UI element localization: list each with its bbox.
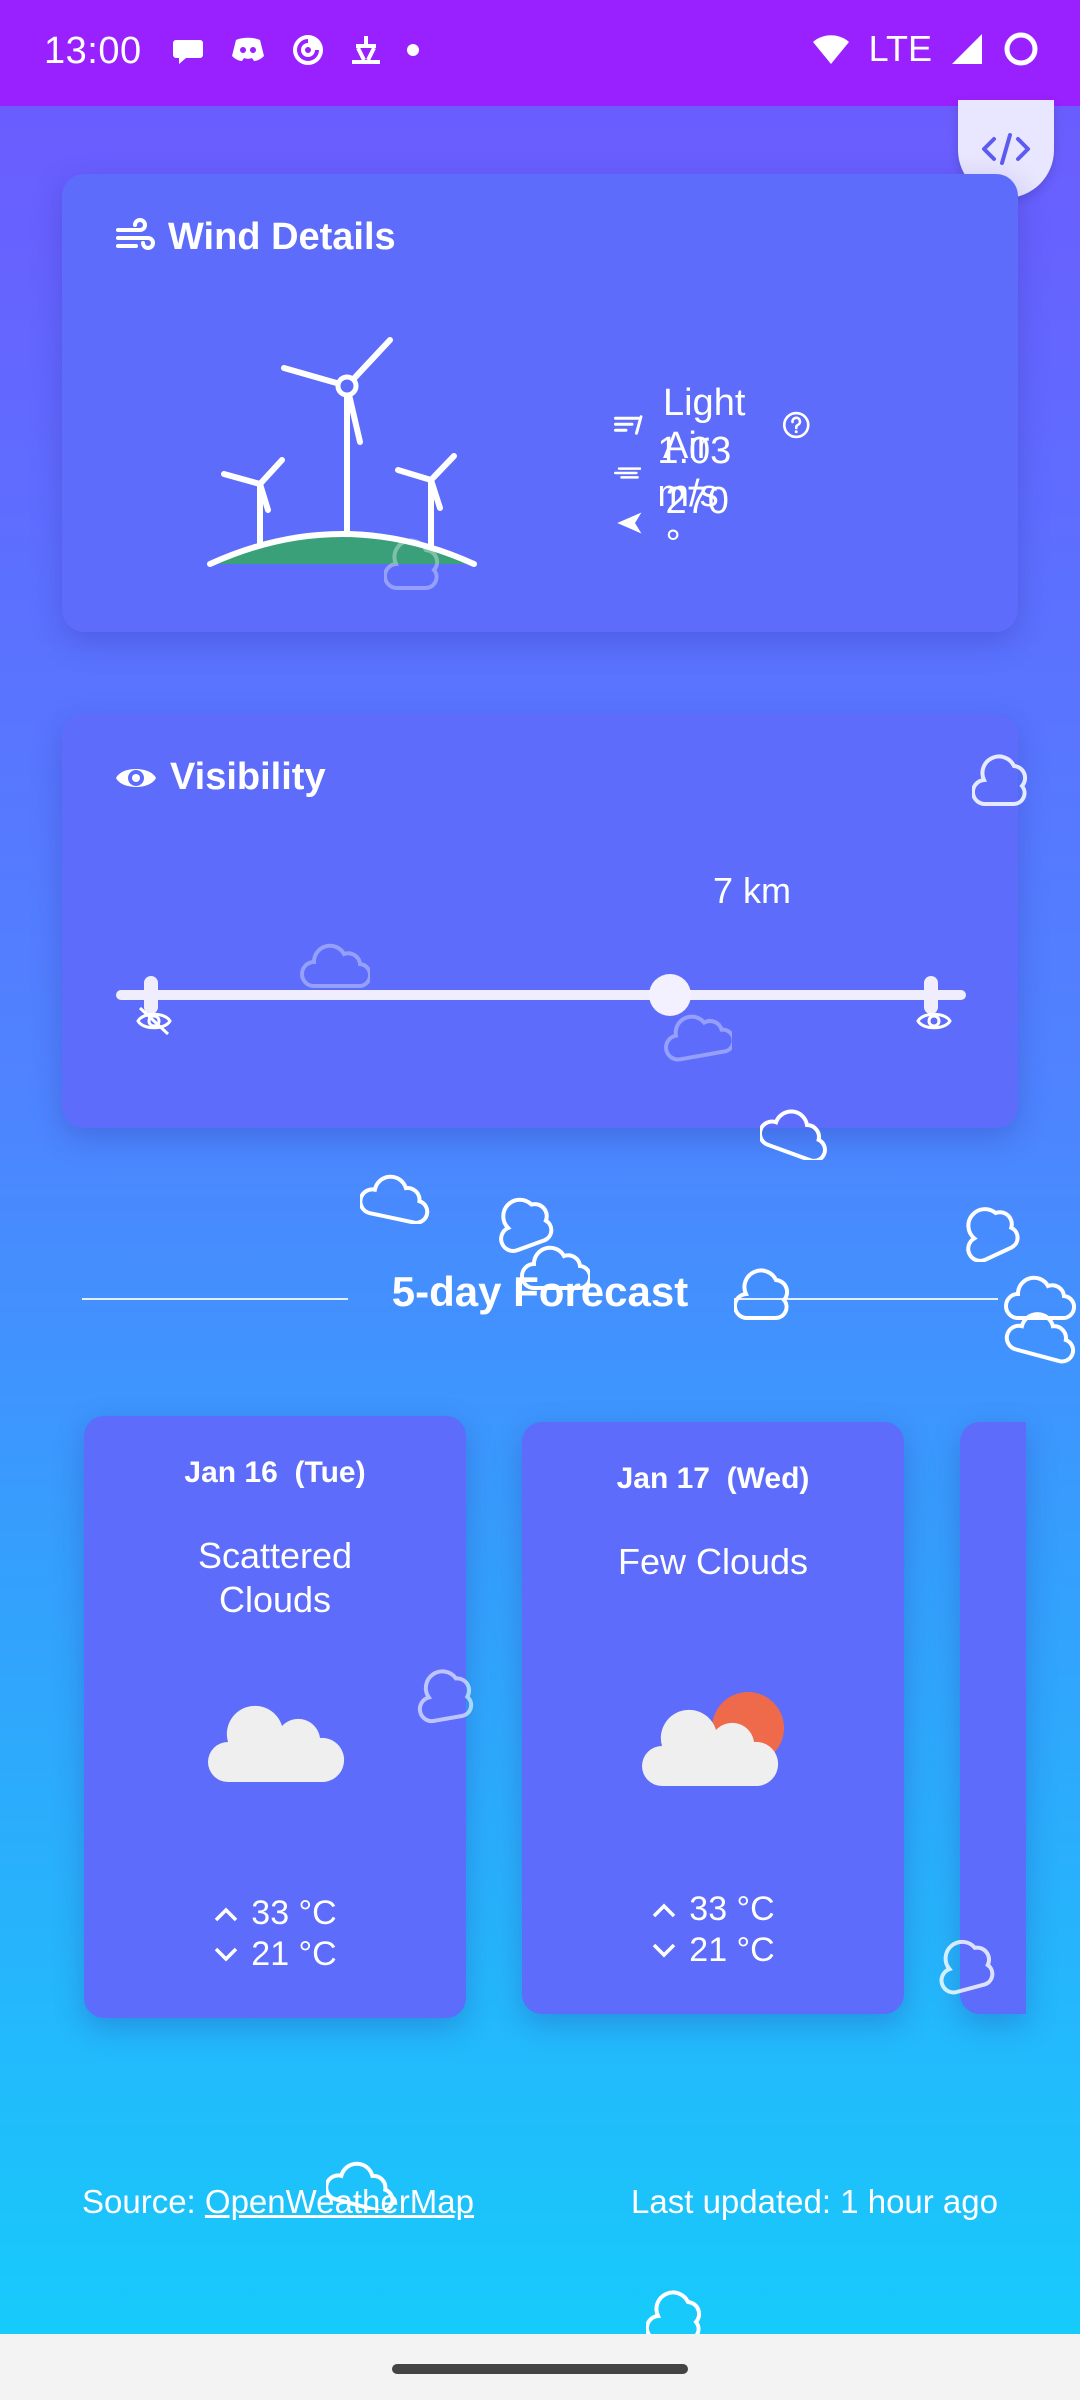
battery-icon: [1004, 32, 1038, 66]
status-bar: 13:00 LTE: [0, 0, 1080, 106]
chevron-down-icon: [215, 1947, 238, 1961]
slider-track: [116, 990, 966, 1000]
forecast-condition: Few Clouds: [617, 1541, 809, 1582]
sun-cloud-icon: [642, 1692, 784, 1786]
news-icon: [352, 36, 380, 64]
forecast-condition: Scattered Clouds: [197, 1535, 353, 1620]
chevron-up-icon: [215, 1907, 238, 1921]
last-updated: Last updated: 1 hour ago: [631, 2183, 998, 2220]
chevron-down-icon: [653, 1943, 676, 1957]
chevron-up-icon: [653, 1903, 676, 1917]
visibility-card-title: Visibility: [114, 756, 326, 799]
forecast-high: 33 °C: [651, 1890, 775, 1929]
system-icons: LTE: [811, 28, 1040, 70]
wind-card-title: Wind Details: [114, 216, 396, 259]
eye-icon: [116, 768, 156, 787]
navigation-bar: [0, 2334, 1080, 2400]
wind-turbines-illustration: [207, 337, 477, 567]
forecast-high: 33 °C: [213, 1894, 337, 1933]
visibility-slider[interactable]: [116, 966, 966, 1026]
eye-on-icon: [916, 1012, 952, 1030]
help-icon[interactable]: [782, 406, 810, 444]
floating-cloud-icon: [939, 1939, 995, 1995]
network-type: LTE: [868, 28, 932, 69]
forecast-temps: 33 °C 21 °C: [522, 1890, 904, 1970]
dot-icon: [407, 44, 419, 56]
floating-cloud-icon: [734, 1268, 790, 1321]
wifi-icon: [812, 35, 849, 64]
floating-cloud-icon: [384, 538, 440, 591]
spiral-icon: [293, 35, 323, 65]
forecast-day-card[interactable]: Jan 17 (Wed) Few Clouds 33 °C 21 °C: [522, 1422, 904, 2014]
floating-cloud-icon: [360, 1174, 430, 1224]
floating-cloud-icon: [520, 1245, 590, 1291]
status-time: 13:00: [44, 30, 142, 72]
wind-icon: [116, 217, 155, 250]
forecast-low: 21 °C: [651, 1931, 775, 1970]
source-link[interactable]: OpenWeatherMap: [205, 2183, 474, 2220]
direction-arrow-icon: [617, 512, 642, 534]
floating-cloud-icon: [966, 1207, 1020, 1262]
forecast-date: Jan 17 (Wed): [616, 1462, 810, 1495]
forecast-divider-left: [82, 1298, 348, 1300]
floating-cloud-icon: [664, 1014, 732, 1062]
code-icon: [982, 133, 1030, 165]
floating-cloud-icon: [972, 754, 1028, 807]
forecast-temps: 33 °C 21 °C: [84, 1894, 466, 1974]
visibility-card: Visibility 7 km: [62, 714, 1018, 1128]
floating-cloud-icon: [1004, 1275, 1077, 1364]
wind-card: Wind Details Light Air 1.03 m/s 270 °: [62, 174, 1018, 632]
forecast-date: Jan 16 (Tue): [184, 1456, 366, 1489]
visibility-value: 7 km: [712, 870, 791, 911]
source-credit: Source: OpenWeatherMap: [82, 2183, 474, 2220]
floating-cloud-icon: [417, 1669, 474, 1724]
signal-icon: [952, 34, 982, 64]
chat-icon: [173, 40, 203, 64]
eye-off-icon: [136, 1006, 172, 1036]
forecast-day-card[interactable]: Jan 16 (Tue) Scattered Clouds 33 °C 21 °…: [84, 1416, 466, 2018]
home-gesture-handle[interactable]: [392, 2364, 688, 2374]
floating-cloud-icon: [300, 943, 370, 989]
notification-icons: [170, 32, 420, 68]
forecast-low: 21 °C: [213, 1935, 337, 1974]
wind-direction-row: 270 °: [614, 480, 737, 566]
discord-icon: [232, 37, 264, 61]
cloud-icon: [208, 1705, 345, 1782]
floating-cloud-icon: [760, 1109, 827, 1160]
